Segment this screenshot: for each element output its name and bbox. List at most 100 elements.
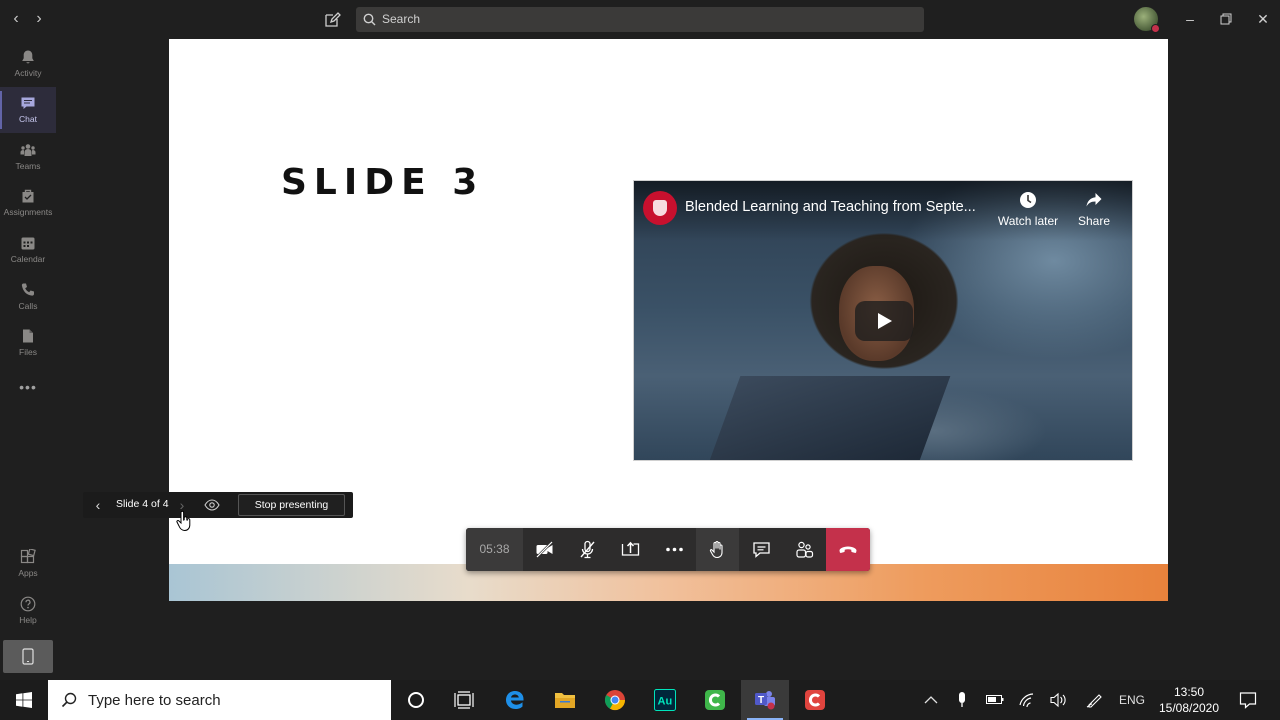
svg-text:T: T	[758, 695, 764, 706]
rail-item-apps[interactable]: Apps	[0, 541, 56, 587]
notification-icon	[1239, 692, 1257, 709]
rail-item-calls[interactable]: Calls	[0, 274, 56, 320]
rail-item-assignments[interactable]: Assignments	[0, 180, 56, 226]
slide-counter: Slide 4 of 4	[116, 498, 169, 510]
audition-taskbar-icon[interactable]: Au	[641, 680, 689, 720]
more-icon	[666, 547, 683, 552]
mobile-icon	[22, 648, 34, 665]
recorder-icon	[805, 690, 825, 710]
share-button[interactable]: Share	[1062, 191, 1126, 228]
volume-tray-icon[interactable]	[1049, 680, 1069, 720]
task-view-icon	[454, 691, 474, 709]
chrome-taskbar-icon[interactable]	[591, 680, 639, 720]
video-title[interactable]: Blended Learning and Teaching from Septe…	[685, 199, 976, 215]
battery-tray-icon[interactable]	[985, 680, 1005, 720]
microphone-icon	[959, 692, 965, 707]
play-button[interactable]	[855, 301, 913, 341]
clock[interactable]: 13:50 15/08/2020	[1152, 684, 1226, 716]
battery-icon	[986, 695, 1004, 704]
app-rail: Activity Chat Teams Assignments Calendar…	[0, 39, 56, 680]
eye-icon[interactable]	[204, 498, 220, 512]
raise-hand-icon	[709, 540, 723, 559]
show-chat-button[interactable]	[740, 528, 783, 571]
clock-icon	[1020, 192, 1036, 208]
search-icon	[363, 13, 376, 26]
share-screen-icon	[621, 541, 640, 556]
rail-item-label: Help	[19, 615, 37, 625]
watch-later-label: Watch later	[997, 214, 1059, 228]
file-icon	[23, 329, 33, 343]
audition-icon: Au	[654, 689, 676, 711]
youtube-video-embed[interactable]: Blended Learning and Teaching from Septe…	[633, 180, 1133, 461]
more-apps-icon[interactable]: •••	[18, 379, 38, 395]
close-icon[interactable]: ✕	[1254, 10, 1272, 28]
folder-icon	[555, 693, 575, 708]
stop-presenting-button[interactable]: Stop presenting	[238, 494, 345, 516]
show-participants-button[interactable]	[783, 528, 826, 571]
rail-item-files[interactable]: Files	[0, 320, 56, 366]
device-button[interactable]	[3, 640, 53, 673]
show-hidden-icons[interactable]	[922, 680, 940, 720]
chat-icon	[21, 97, 35, 109]
rail-item-label: Chat	[19, 114, 37, 124]
notifications-button[interactable]	[1236, 680, 1260, 720]
chat-icon	[753, 542, 770, 558]
calendar-icon	[21, 237, 35, 250]
apps-icon	[20, 549, 36, 564]
microphone-tray-icon[interactable]	[954, 680, 970, 720]
more-actions-button[interactable]	[653, 528, 696, 571]
language-indicator[interactable]: ENG	[1116, 680, 1148, 720]
rail-item-activity[interactable]: Activity	[0, 41, 56, 87]
rail-item-calendar[interactable]: Calendar	[0, 227, 56, 273]
cortana-button[interactable]	[392, 680, 440, 720]
chrome-icon	[604, 690, 626, 711]
rail-item-label: Teams	[15, 161, 41, 171]
search-input[interactable]: Search	[356, 7, 924, 32]
camtasia-taskbar-icon[interactable]	[691, 680, 739, 720]
meeting-controls: 05:38	[466, 528, 870, 571]
avatar[interactable]	[1134, 7, 1160, 33]
previous-slide-icon[interactable]: ‹	[91, 496, 105, 514]
rail-item-chat[interactable]: Chat	[0, 87, 56, 133]
mic-off-icon	[580, 540, 595, 559]
teams-icon	[20, 144, 36, 156]
file-explorer-taskbar-icon[interactable]	[541, 680, 589, 720]
watch-later-button[interactable]: Watch later	[996, 191, 1060, 228]
compose-icon[interactable]	[324, 11, 341, 28]
search-placeholder: Search	[382, 12, 421, 26]
search-icon	[61, 692, 77, 708]
wifi-tray-icon[interactable]	[1017, 680, 1037, 720]
edge-taskbar-icon[interactable]	[491, 680, 539, 720]
share-icon	[1086, 193, 1102, 207]
task-view-button[interactable]	[440, 680, 488, 720]
bell-icon	[22, 50, 34, 64]
slide-title: SLIDE 3	[281, 162, 485, 203]
rail-item-help[interactable]: Help	[0, 588, 56, 634]
pen-tray-icon[interactable]	[1085, 680, 1105, 720]
taskbar-search-input[interactable]: Type here to search	[48, 680, 391, 720]
share-screen-button[interactable]	[609, 528, 652, 571]
status-dot	[1151, 24, 1160, 33]
forward-arrow-icon[interactable]: ›	[31, 10, 47, 28]
raise-hand-button[interactable]	[696, 528, 739, 571]
camera-off-button[interactable]	[523, 528, 566, 571]
rail-item-teams[interactable]: Teams	[0, 134, 56, 180]
restore-icon[interactable]	[1217, 10, 1235, 28]
camtasia-recorder-taskbar-icon[interactable]	[791, 680, 839, 720]
chevron-up-icon	[924, 696, 938, 704]
taskbar-search-placeholder: Type here to search	[88, 692, 221, 709]
teams-icon: T	[755, 691, 775, 710]
share-label: Share	[1077, 214, 1111, 228]
presenter-toolbar: ‹ Slide 4 of 4 › Stop presenting	[83, 492, 353, 518]
channel-logo[interactable]	[643, 191, 677, 225]
windows-taskbar: Type here to search Au T ENG 13:50 15/08…	[0, 680, 1280, 720]
hang-up-icon	[839, 546, 857, 553]
minimize-icon[interactable]: –	[1181, 10, 1199, 28]
mic-off-button[interactable]	[566, 528, 609, 571]
hang-up-button[interactable]	[826, 528, 870, 571]
video-thumbnail-laptop	[707, 376, 951, 460]
help-icon	[20, 596, 36, 612]
start-button[interactable]	[0, 680, 48, 720]
back-arrow-icon[interactable]: ‹	[8, 10, 24, 28]
teams-taskbar-icon[interactable]: T	[741, 680, 789, 720]
